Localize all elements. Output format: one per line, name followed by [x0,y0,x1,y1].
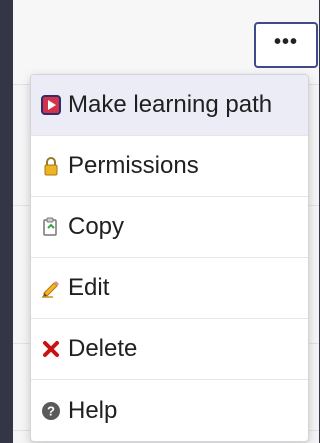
more-options-button[interactable]: ••• [254,22,318,68]
window-edge [0,0,13,443]
menu-item-label: Help [68,396,118,424]
svg-text:?: ? [47,403,55,418]
menu-item-copy[interactable]: Copy [31,197,308,258]
menu-item-help[interactable]: ? Help [31,380,308,441]
actions-dropdown-menu: Make learning path Permissions Copy Edit… [30,74,309,442]
menu-item-label: Make learning path [68,91,273,118]
more-dots-icon: ••• [273,31,298,53]
pencil-icon [40,277,62,299]
x-icon [40,338,62,360]
learning-path-icon [40,94,62,116]
menu-item-make-learning-path[interactable]: Make learning path [31,75,308,136]
copy-icon [40,216,62,238]
menu-item-delete[interactable]: Delete [31,319,308,380]
help-icon: ? [40,400,62,422]
lock-icon [40,155,62,177]
menu-item-label: Permissions [68,152,199,179]
menu-item-label: Delete [68,335,138,362]
menu-item-edit[interactable]: Edit [31,258,308,319]
menu-item-label: Copy [68,213,125,240]
menu-item-permissions[interactable]: Permissions [31,136,308,197]
menu-item-label: Edit [68,274,110,301]
